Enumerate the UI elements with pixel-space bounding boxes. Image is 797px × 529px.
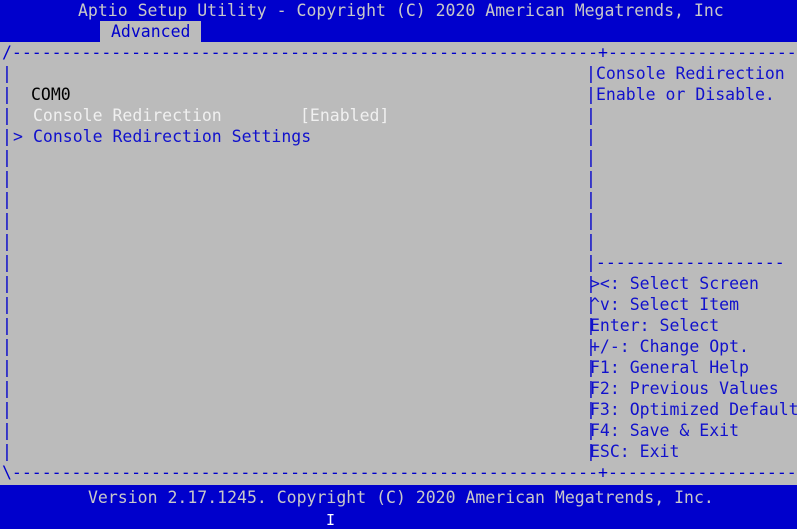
border-divider: |	[586, 106, 596, 125]
version-copyright-text: Version 2.17.1245. Copyright (C) 2020 Am…	[88, 488, 714, 507]
border-left: |	[2, 64, 12, 83]
page-title: Aptio Setup Utility - Copyright (C) 2020…	[78, 1, 724, 20]
bios-setup-screen: Aptio Setup Utility - Copyright (C) 2020…	[0, 0, 797, 529]
border-left: |	[2, 169, 12, 188]
content-panel: /---------------------------------------…	[0, 42, 797, 485]
border-left: |	[2, 127, 12, 146]
border-left: |	[2, 337, 12, 356]
menu-item-console-redirection-label[interactable]: Console Redirection	[33, 105, 222, 126]
border-left: |	[2, 85, 12, 104]
border-left: |	[2, 442, 12, 461]
legend-select-screen: ><: Select Screen	[590, 274, 759, 293]
legend-f1-general-help: F1: General Help	[590, 358, 749, 377]
legend-select-item: ^v: Select Item	[590, 295, 740, 314]
legend-enter-select: Enter: Select	[590, 316, 720, 335]
border-divider: |	[586, 148, 596, 167]
border-left: |	[2, 379, 12, 398]
border-left: |	[2, 274, 12, 293]
border-left: |	[2, 253, 12, 272]
border-left: |	[2, 358, 12, 377]
menu-section-label-com0: COM0	[31, 85, 71, 104]
menu-item-console-redirection-settings[interactable]: Console Redirection Settings	[33, 126, 311, 147]
legend-f4-save-exit: F4: Save & Exit	[590, 421, 740, 440]
border-help-separator: |-------------------	[586, 253, 785, 272]
help-text-line-1: Console Redirection	[596, 64, 785, 83]
border-divider: |	[586, 211, 596, 230]
legend-f3-optimized-defaults: F3: Optimized Defaults	[590, 400, 797, 419]
tab-advanced[interactable]: Advanced	[100, 21, 202, 42]
border-left: |	[2, 316, 12, 335]
border-divider: |	[586, 190, 596, 209]
border-left: |	[2, 106, 12, 125]
help-text-line-2: Enable or Disable.	[596, 85, 775, 104]
border-top: /---------------------------------------…	[2, 43, 797, 62]
border-left: |	[2, 148, 12, 167]
header-bar: Aptio Setup Utility - Copyright (C) 2020…	[0, 0, 797, 42]
tab-bar: Advanced	[0, 21, 797, 42]
border-left: |	[2, 232, 12, 251]
border-left: |	[2, 190, 12, 209]
border-left: |	[2, 421, 12, 440]
submenu-arrow-icon: >	[13, 127, 23, 146]
border-divider: |	[586, 85, 596, 104]
text-cursor-icon: I	[326, 511, 336, 529]
border-divider: |	[586, 127, 596, 146]
legend-esc-exit: ESC: Exit	[590, 442, 680, 461]
border-left: |	[2, 295, 12, 314]
border-divider: |	[586, 64, 596, 83]
border-divider: |	[586, 232, 596, 251]
border-left: |	[2, 400, 12, 419]
border-divider: |	[586, 169, 596, 188]
border-left: |	[2, 211, 12, 230]
legend-change-opt: +/-: Change Opt.	[590, 337, 749, 356]
border-bottom: \---------------------------------------…	[2, 463, 797, 482]
menu-item-console-redirection-value[interactable]: [Enabled]	[300, 105, 389, 126]
legend-f2-previous-values: F2: Previous Values	[590, 379, 779, 398]
footer-bar: Version 2.17.1245. Copyright (C) 2020 Am…	[0, 485, 797, 529]
